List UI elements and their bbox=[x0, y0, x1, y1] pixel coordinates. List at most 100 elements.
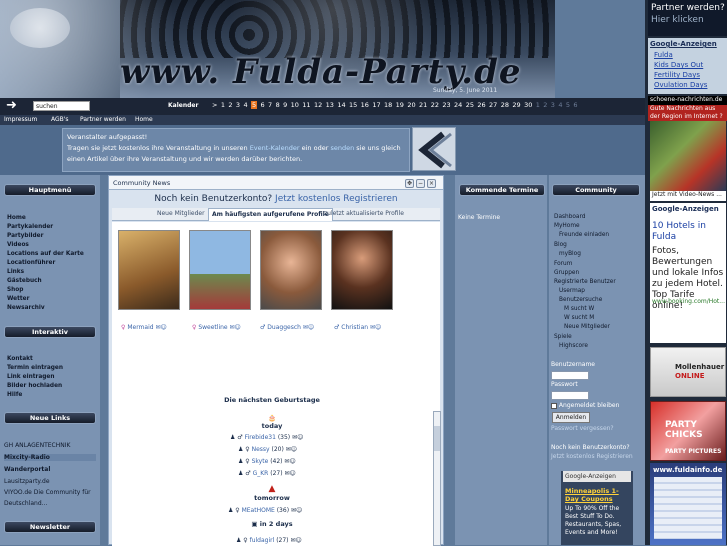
community-item-forum[interactable]: Forum bbox=[554, 261, 572, 267]
calendar-day[interactable]: 25 bbox=[466, 101, 474, 109]
calendar-day[interactable]: 2 bbox=[228, 101, 232, 109]
tab-neue-mitglieder[interactable]: Neue Mitglieder bbox=[157, 210, 205, 217]
google-ads-title[interactable]: Google-Anzeigen bbox=[650, 40, 717, 48]
fuldainfo-banner[interactable]: www.fuldainfo.de bbox=[650, 463, 726, 545]
calendar-day[interactable]: 14 bbox=[337, 101, 345, 109]
calendar-day[interactable]: 28 bbox=[501, 101, 509, 109]
calendar-day[interactable]: 23 bbox=[442, 101, 450, 109]
link-item[interactable]: Mixcity-Radio bbox=[4, 454, 96, 461]
calendar-day[interactable]: 20 bbox=[407, 101, 415, 109]
calendar-day[interactable]: 4 bbox=[243, 101, 247, 109]
ad-link[interactable]: Fertility Days bbox=[654, 71, 700, 79]
calendar-day[interactable]: 13 bbox=[326, 101, 334, 109]
community-item-new-members[interactable]: Neue Mitglieder bbox=[564, 324, 610, 330]
calendar-day[interactable]: 29 bbox=[512, 101, 520, 109]
minimize-icon[interactable]: − bbox=[416, 179, 425, 188]
menu-item-locations-map[interactable]: Locations auf der Karte bbox=[7, 251, 84, 257]
calendar-day[interactable]: 3 bbox=[236, 101, 240, 109]
calendar-day[interactable]: 26 bbox=[477, 101, 485, 109]
calendar-day[interactable]: 5 bbox=[250, 101, 258, 109]
news-banner-caption[interactable]: Jetzt mit Video-News ... bbox=[650, 191, 726, 201]
community-item-dashboard[interactable]: Dashboard bbox=[554, 214, 585, 220]
birthday-row[interactable]: ♟ ♀ MEatHOME (36) ✉☺ bbox=[228, 507, 302, 514]
menu-item-kontakt[interactable]: Kontakt bbox=[7, 356, 33, 362]
community-item-myhome[interactable]: MyHome bbox=[554, 223, 580, 229]
calendar-day[interactable]: 9 bbox=[283, 101, 287, 109]
close-icon[interactable]: × bbox=[427, 179, 436, 188]
community-item-m-sucht-w[interactable]: M sucht W bbox=[564, 306, 594, 312]
tab-recently-updated[interactable]: zuletzt aktualisierte Profile bbox=[324, 210, 404, 217]
calendar-day[interactable]: 17 bbox=[372, 101, 380, 109]
menu-partner-werden[interactable]: Partner werden bbox=[80, 116, 126, 123]
menu-item-links[interactable]: Links bbox=[7, 269, 24, 275]
calendar-day[interactable]: 27 bbox=[489, 101, 497, 109]
calendar-day[interactable]: 30 bbox=[524, 101, 532, 109]
search-input[interactable] bbox=[33, 101, 90, 111]
calendar-day[interactable]: 1 bbox=[536, 101, 540, 109]
hotel-ad-url[interactable]: www.booking.com/Hot... bbox=[652, 298, 725, 305]
link-item[interactable]: VIYOO.de Die Community für bbox=[4, 489, 91, 496]
link-item[interactable]: Wanderportal bbox=[4, 466, 50, 473]
calendar-day[interactable]: 6 bbox=[573, 101, 577, 109]
community-item-w-sucht-m[interactable]: W sucht M bbox=[564, 315, 594, 321]
menu-item-link-eintragen[interactable]: Link eintragen bbox=[7, 374, 54, 380]
send-link[interactable]: senden bbox=[330, 144, 354, 152]
profile-photo[interactable] bbox=[118, 230, 180, 310]
birthday-row[interactable]: ♟ ♂ Firebide31 (35) ✉☺ bbox=[230, 434, 303, 441]
community-item-invite[interactable]: Freunde einladen bbox=[559, 232, 609, 238]
calendar-next[interactable]: > bbox=[212, 101, 217, 109]
birthday-row[interactable]: ♟ ♀ Nessy (20) ✉☺ bbox=[238, 446, 297, 453]
menu-item-wetter[interactable]: Wetter bbox=[7, 296, 29, 302]
calendar-day[interactable]: 5 bbox=[566, 101, 570, 109]
profile-name[interactable]: ♂ Christian ✉☺ bbox=[334, 324, 381, 331]
event-calendar-link[interactable]: Event-Kalender bbox=[250, 144, 300, 152]
calendar-day[interactable]: 1 bbox=[221, 101, 225, 109]
calendar-day[interactable]: 6 bbox=[261, 101, 265, 109]
menu-item-hilfe[interactable]: Hilfe bbox=[7, 392, 22, 398]
menu-item-partybilder[interactable]: Partybilder bbox=[7, 233, 43, 239]
ad-link[interactable]: Ovulation Days bbox=[654, 81, 707, 89]
menu-item-home[interactable]: Home bbox=[7, 215, 26, 221]
party-chicks-banner[interactable]: PARTY CHICKS PARTY PICTURES bbox=[650, 401, 726, 461]
calendar-day[interactable]: 15 bbox=[349, 101, 357, 109]
link-item[interactable]: Lausitzparty.de bbox=[4, 478, 50, 485]
calendar-day[interactable]: 7 bbox=[268, 101, 272, 109]
menu-impressum[interactable]: Impressum bbox=[4, 116, 37, 123]
password-input[interactable] bbox=[551, 391, 589, 400]
community-item-usermap[interactable]: Usermap bbox=[559, 288, 585, 294]
calendar-day[interactable]: 24 bbox=[454, 101, 462, 109]
news-banner-image[interactable] bbox=[650, 121, 726, 191]
calendar-day[interactable]: 11 bbox=[302, 101, 310, 109]
calendar-day[interactable]: 16 bbox=[361, 101, 369, 109]
menu-item-shop[interactable]: Shop bbox=[7, 287, 23, 293]
login-button[interactable]: Anmelden bbox=[552, 412, 590, 423]
profile-name[interactable]: ♀ Sweetline ✉☺ bbox=[192, 324, 241, 331]
hotel-ad[interactable]: Google-Anzeigen 10 Hotels in Fulda Fotos… bbox=[650, 203, 726, 343]
menu-item-partykalender[interactable]: Partykalender bbox=[7, 224, 53, 230]
community-item-gruppen[interactable]: Gruppen bbox=[554, 270, 579, 276]
link-item[interactable]: GH ANLAGENTECHNIK bbox=[4, 442, 70, 449]
community-item-highscore[interactable]: Highscore bbox=[559, 343, 588, 349]
community-item-registered[interactable]: Registrierte Benutzer bbox=[554, 279, 616, 285]
forgot-password-link[interactable]: Passwort vergessen? bbox=[551, 425, 614, 432]
birthday-scrollbar[interactable] bbox=[433, 411, 441, 546]
menu-item-termin-eintragen[interactable]: Termin eintragen bbox=[7, 365, 63, 371]
calendar-day[interactable]: 2 bbox=[543, 101, 547, 109]
profile-photo[interactable] bbox=[260, 230, 322, 310]
site-title[interactable]: www. Fulda-Party.de bbox=[120, 52, 522, 92]
profile-name[interactable]: ♂ Duaggesch ✉☺ bbox=[260, 324, 314, 331]
register-link[interactable]: Jetzt kostenlos Registrieren bbox=[275, 194, 398, 204]
tab-most-viewed[interactable]: Am häufigsten aufgerufene Profile bbox=[208, 208, 333, 221]
community-item-usersearch[interactable]: Benutzersuche bbox=[559, 297, 602, 303]
calendar-day[interactable]: 12 bbox=[314, 101, 322, 109]
chevron-left-icon[interactable] bbox=[412, 127, 456, 171]
community-item-blog[interactable]: Blog bbox=[554, 242, 567, 248]
register-link-sidebar[interactable]: Jetzt kostenlos Registrieren bbox=[551, 453, 633, 460]
news-banner-title[interactable]: schoene-nachrichten.de bbox=[648, 96, 727, 105]
profile-photo[interactable] bbox=[331, 230, 393, 310]
calendar-day[interactable]: 19 bbox=[396, 101, 404, 109]
calendar-day[interactable]: 18 bbox=[384, 101, 392, 109]
menu-agbs[interactable]: AGB's bbox=[51, 116, 69, 123]
partner-link[interactable]: Hier klicken bbox=[651, 15, 704, 25]
calendar-day[interactable]: 10 bbox=[291, 101, 299, 109]
